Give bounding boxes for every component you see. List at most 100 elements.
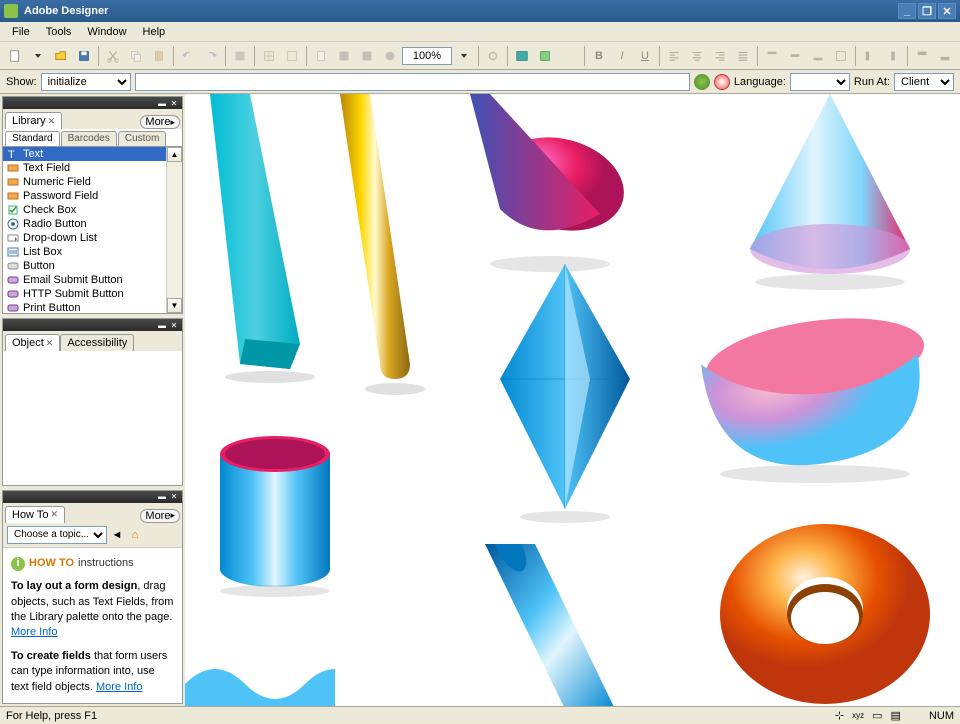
valign-mid[interactable] [784, 45, 806, 67]
dist-a[interactable] [859, 45, 881, 67]
menu-file[interactable]: File [4, 24, 38, 40]
panel-collapse-icon[interactable]: ▬ [156, 492, 168, 502]
library-item[interactable]: Numeric Field [3, 175, 182, 189]
align-left-button[interactable] [663, 45, 685, 67]
align-right-button[interactable] [709, 45, 731, 67]
panel-close-icon[interactable]: ✕ [168, 492, 180, 502]
svg-text:T: T [8, 149, 15, 160]
paste-button[interactable] [148, 45, 170, 67]
shape-hemisphere[interactable] [695, 309, 935, 489]
subtab-custom[interactable]: Custom [118, 131, 166, 146]
runat-select[interactable]: Client [894, 73, 954, 91]
panel-collapse-icon[interactable]: ▬ [156, 320, 168, 330]
panel-close-icon[interactable]: ✕ [168, 320, 180, 330]
justify-button[interactable] [732, 45, 754, 67]
new-button[interactable] [4, 45, 26, 67]
library-item[interactable]: TText [3, 147, 182, 161]
subtab-standard[interactable]: Standard [5, 131, 60, 146]
language-select[interactable] [790, 73, 850, 91]
shape-wave[interactable] [185, 654, 335, 706]
panel-close-icon[interactable]: ✕ [168, 98, 180, 108]
scroll-down-icon[interactable]: ▼ [167, 298, 182, 313]
tool-f[interactable] [534, 45, 556, 67]
canvas[interactable] [185, 94, 960, 706]
valign-d[interactable] [830, 45, 852, 67]
tool-b[interactable] [333, 45, 355, 67]
subtab-barcodes[interactable]: Barcodes [61, 131, 117, 146]
library-item[interactable]: Text Field [3, 161, 182, 175]
object-tab[interactable]: Object✕ [5, 334, 60, 351]
tool-a[interactable] [310, 45, 332, 67]
redo-button[interactable] [200, 45, 222, 67]
zoom-dropdown[interactable] [453, 45, 475, 67]
library-item[interactable]: Check Box [3, 203, 182, 217]
shape-tube[interactable] [435, 544, 615, 706]
grid-button[interactable] [258, 45, 280, 67]
dist-d[interactable] [934, 45, 956, 67]
shape-torus[interactable] [715, 514, 935, 706]
align-center-button[interactable] [686, 45, 708, 67]
shape-gold-rod[interactable] [330, 94, 430, 404]
dist-c[interactable] [911, 45, 933, 67]
accessibility-tab[interactable]: Accessibility [60, 334, 134, 351]
library-item[interactable]: Button [3, 259, 182, 273]
open-button[interactable] [50, 45, 72, 67]
save-button[interactable] [73, 45, 95, 67]
library-item[interactable]: Radio Button [3, 217, 182, 231]
library-button[interactable] [229, 45, 251, 67]
close-button[interactable]: ✕ [938, 3, 956, 19]
library-more-button[interactable]: More ▸ [140, 115, 180, 129]
menu-help[interactable]: Help [135, 24, 174, 40]
valign-top[interactable] [761, 45, 783, 67]
howto-home-button[interactable]: ⌂ [127, 527, 143, 543]
tab-close-icon[interactable]: ✕ [48, 116, 56, 127]
tab-close-icon[interactable]: ✕ [50, 509, 58, 520]
howto-more-button[interactable]: More ▸ [140, 509, 180, 523]
shape-magenta-cone[interactable] [440, 94, 630, 284]
library-item[interactable]: List Box [3, 245, 182, 259]
tab-close-icon[interactable]: ✕ [46, 338, 54, 349]
zoom-field[interactable] [402, 47, 452, 65]
tool-e[interactable] [482, 45, 504, 67]
dist-b[interactable] [882, 45, 904, 67]
library-tab[interactable]: Library✕ [5, 112, 62, 129]
howto-back-button[interactable]: ◄ [109, 527, 125, 543]
script-bar: Show: initialize Language: Run At: Clien… [0, 70, 960, 94]
undo-button[interactable] [177, 45, 199, 67]
panel-collapse-icon[interactable]: ▬ [156, 98, 168, 108]
bold-button[interactable]: B [588, 45, 610, 67]
shape-cylinder[interactable] [205, 429, 345, 599]
shape-blue-cone[interactable] [735, 94, 925, 294]
valign-bot[interactable] [807, 45, 829, 67]
tool-c[interactable] [356, 45, 378, 67]
validate-button[interactable] [694, 74, 710, 90]
cut-button[interactable] [102, 45, 124, 67]
script-field[interactable] [135, 73, 690, 91]
show-select[interactable]: initialize [41, 73, 131, 91]
shape-prism[interactable] [190, 94, 320, 384]
library-item[interactable]: Email Submit Button [3, 273, 182, 287]
menu-window[interactable]: Window [79, 24, 134, 40]
library-item[interactable]: Password Field [3, 189, 182, 203]
more-info-link[interactable]: More Info [11, 626, 57, 638]
more-info-link[interactable]: More Info [96, 681, 142, 693]
library-scrollbar[interactable]: ▲ ▼ [166, 147, 182, 313]
pdf-preview-button[interactable] [511, 45, 533, 67]
library-item[interactable]: Drop-down List [3, 231, 182, 245]
copy-button[interactable] [125, 45, 147, 67]
underline-button[interactable]: U [634, 45, 656, 67]
howto-tab[interactable]: How To✕ [5, 506, 65, 523]
library-item[interactable]: Print Button [3, 301, 182, 313]
howto-topic-select[interactable]: Choose a topic... [7, 526, 107, 544]
menu-tools[interactable]: Tools [38, 24, 80, 40]
new-dropdown[interactable] [27, 45, 49, 67]
restore-button[interactable]: ❐ [918, 3, 936, 19]
cancel-script-button[interactable] [714, 74, 730, 90]
tool-d[interactable] [379, 45, 401, 67]
grid2-button[interactable] [281, 45, 303, 67]
minimize-button[interactable]: _ [898, 3, 916, 19]
shape-diamond[interactable] [490, 259, 640, 529]
italic-button[interactable]: I [611, 45, 633, 67]
scroll-up-icon[interactable]: ▲ [167, 147, 182, 162]
library-item[interactable]: HTTP Submit Button [3, 287, 182, 301]
